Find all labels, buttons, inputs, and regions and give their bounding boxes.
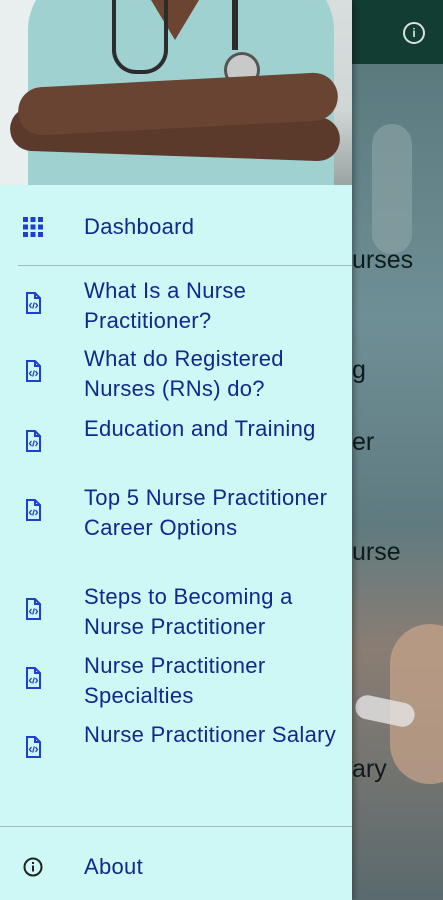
background-card-title: urse [352,538,401,566]
document-code-icon [22,667,44,689]
background-card-title: ary [352,755,387,783]
drawer-item-dashboard[interactable]: Dashboard [0,206,352,248]
drawer-item-what-is-np[interactable]: What Is a Nurse Practitioner? [0,276,352,338]
document-code-icon [22,430,44,452]
document-code-icon [22,736,44,758]
background-card-title: er [352,428,375,456]
drawer-item-label: Top 5 Nurse Practitioner Career Options [84,485,328,540]
info-icon [22,856,44,878]
drawer-item-label: Steps to Becoming a Nurse Practitioner [84,584,293,639]
drawer-item-label: Dashboard [84,214,195,239]
document-code-icon [22,360,44,382]
drawer-item-what-rns-do[interactable]: What do Registered Nurses (RNs) do? [0,344,352,406]
divider [18,265,352,266]
divider [0,826,352,827]
grid-icon [22,216,44,238]
drawer-item-specialties[interactable]: Nurse Practitioner Specialties [0,651,352,713]
document-code-icon [22,499,44,521]
drawer-item-label: What do Registered Nurses (RNs) do? [84,346,284,401]
drawer-item-about[interactable]: About [0,846,352,888]
drawer-item-education[interactable]: Education and Training [0,414,352,476]
background-image-detail [372,124,412,254]
document-code-icon [22,292,44,314]
drawer-item-label: About [84,854,143,879]
drawer-item-salary[interactable]: Nurse Practitioner Salary [0,720,352,782]
drawer-item-label: Nurse Practitioner Specialties [84,653,266,708]
drawer-item-label: Nurse Practitioner Salary [84,722,337,747]
drawer-item-career-options[interactable]: Top 5 Nurse Practitioner Career Options [0,483,352,575]
background-card-title: urses [352,246,414,274]
info-icon[interactable]: i [403,22,425,44]
document-code-icon [22,598,44,620]
navigation-drawer: Dashboard What Is a Nurse Practitioner? … [0,0,352,900]
drawer-item-label: Education and Training [84,416,316,441]
drawer-item-steps[interactable]: Steps to Becoming a Nurse Practitioner [0,582,352,644]
drawer-header-image [0,0,352,185]
background-card-title: g [352,356,366,384]
drawer-item-label: What Is a Nurse Practitioner? [84,278,247,333]
